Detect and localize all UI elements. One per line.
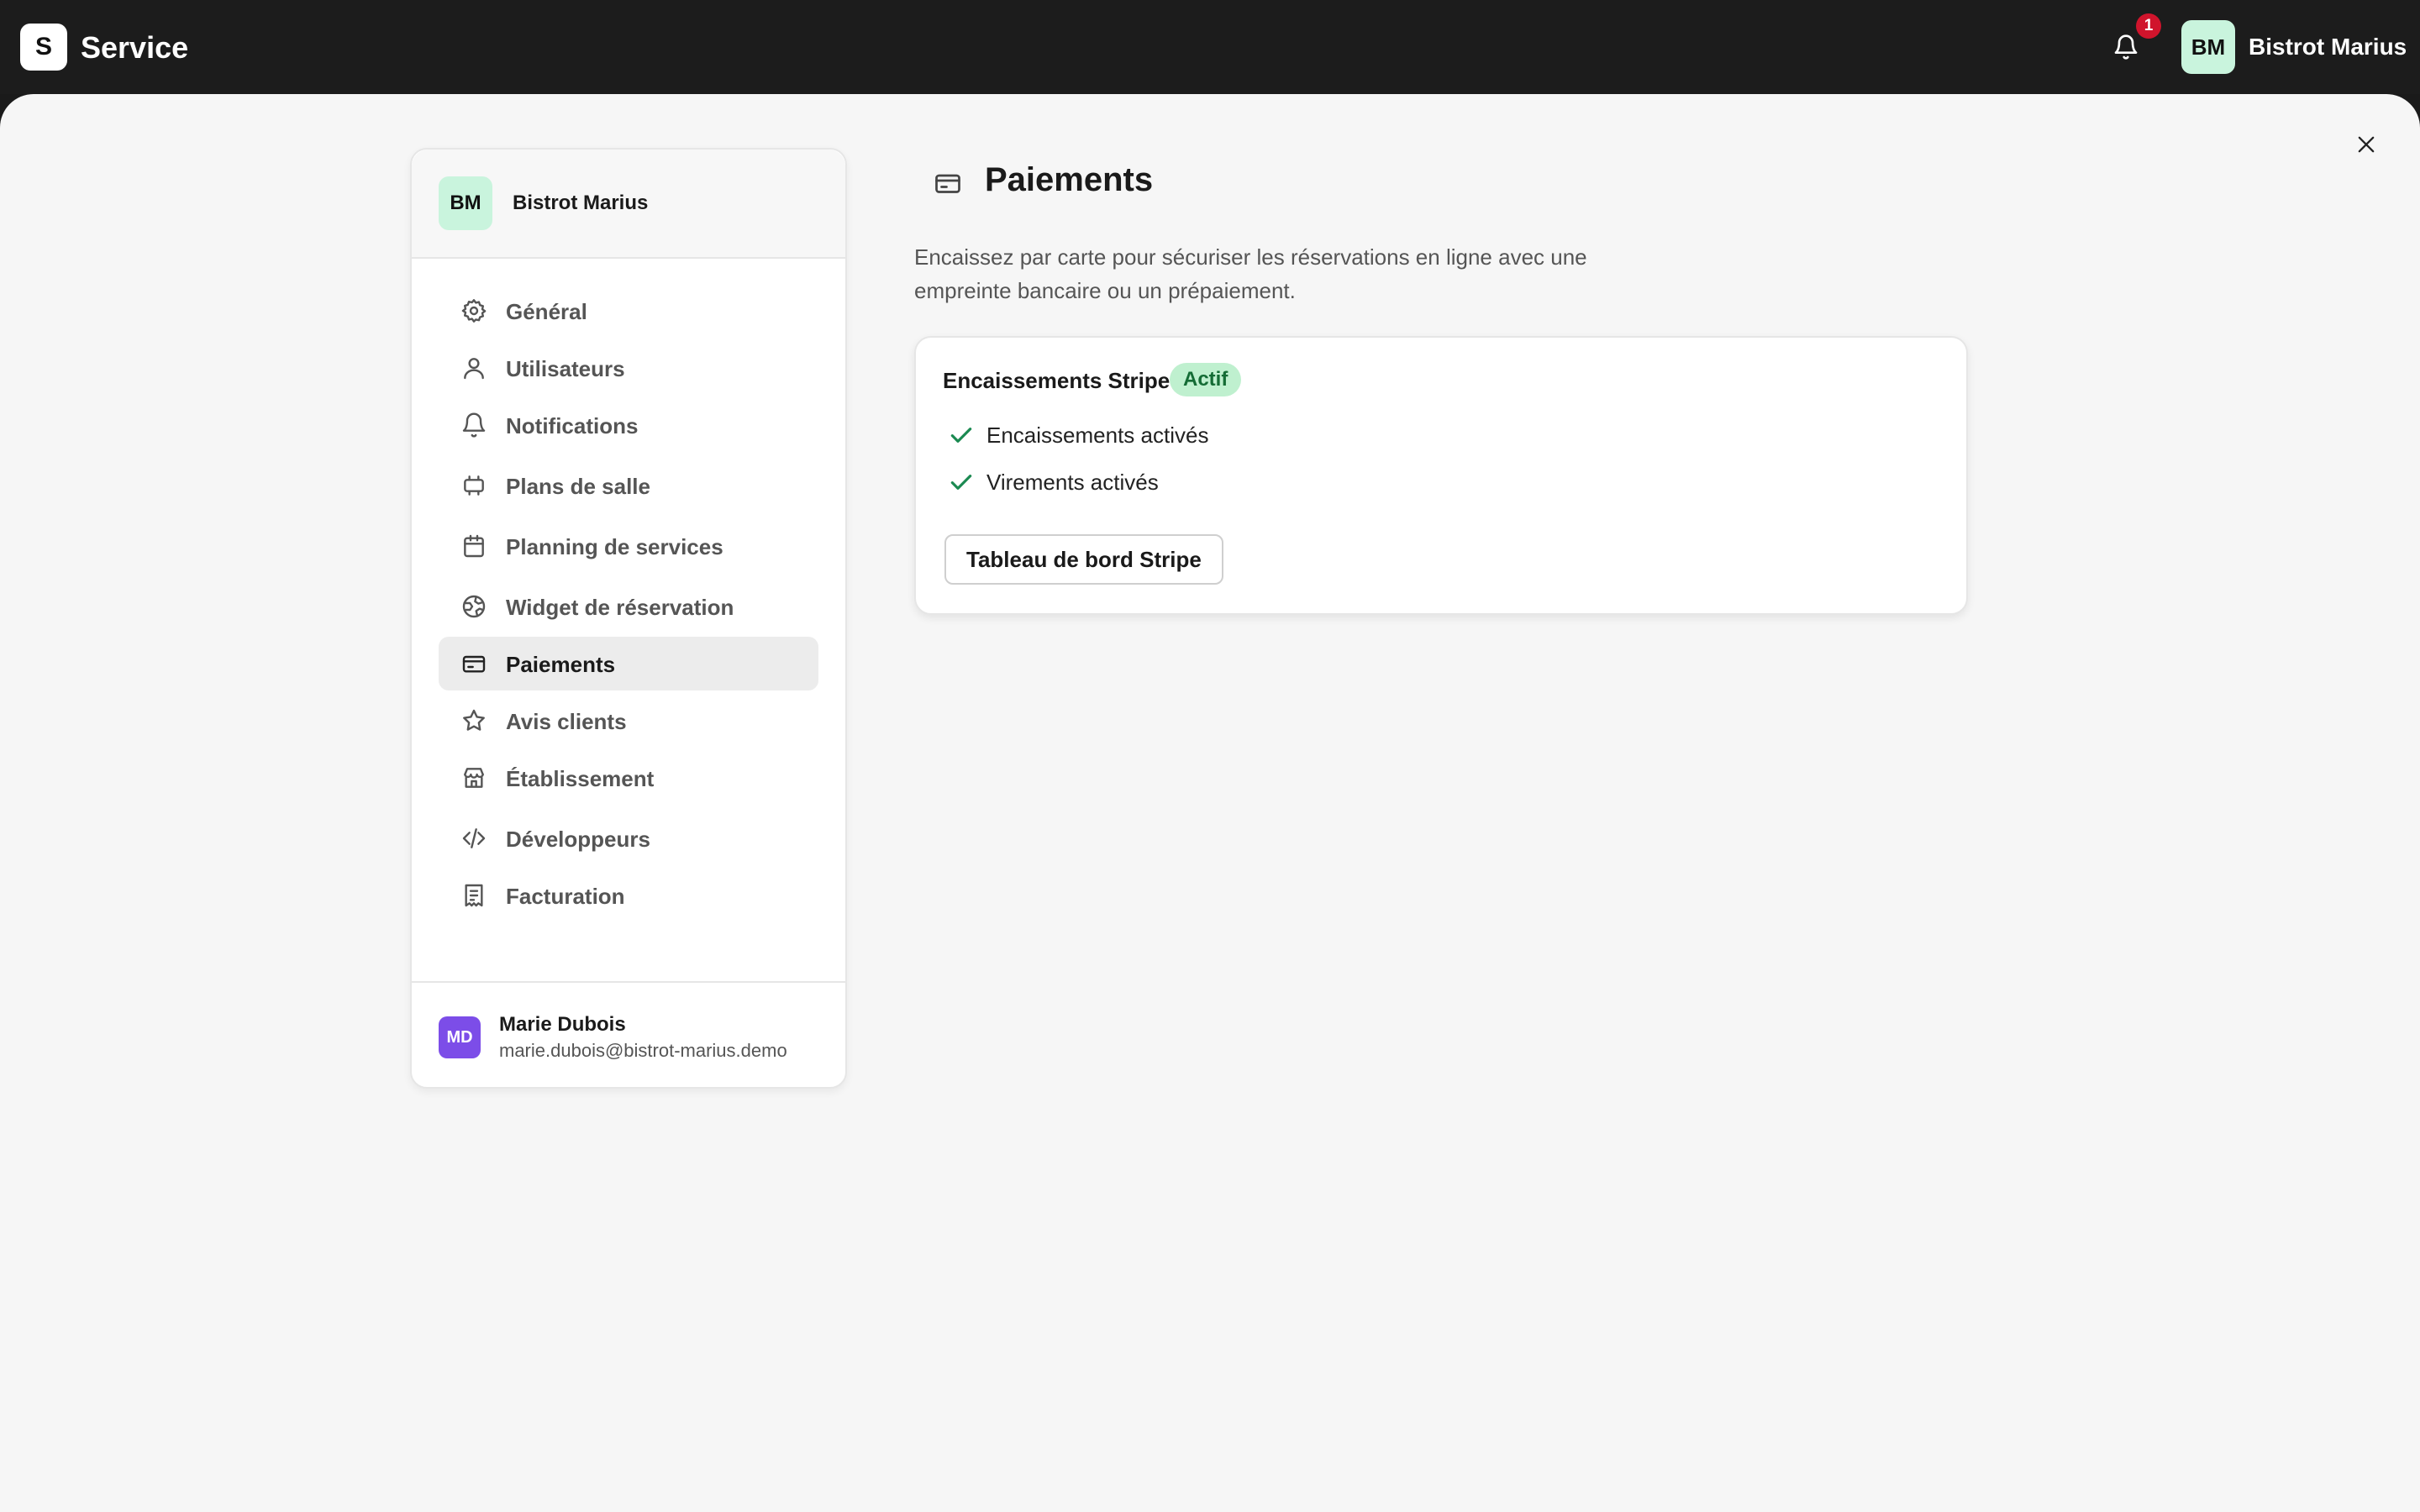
code-icon — [462, 828, 486, 848]
sidebar-item-developers[interactable]: Développeurs — [439, 811, 818, 865]
sidebar-item-notifications[interactable]: Notifications — [439, 398, 818, 452]
notification-count-badge: 1 — [2136, 13, 2161, 39]
sidebar-item-booking-widget[interactable]: Widget de réservation — [439, 580, 818, 633]
sidebar-item-label: Facturation — [506, 884, 625, 909]
sidebar-org-name: Bistrot Marius — [513, 192, 649, 214]
sidebar-item-label: Utilisateurs — [506, 356, 625, 381]
sidebar-user[interactable]: MD Marie Dubois marie.dubois@bistrot-mar… — [412, 981, 845, 1087]
sidebar-item-label: Planning de services — [506, 534, 723, 559]
calendar-icon — [464, 534, 484, 558]
receipt-icon — [465, 884, 483, 907]
user-name: Marie Dubois — [499, 1013, 626, 1036]
close-button[interactable] — [2349, 128, 2383, 161]
globe-icon — [462, 595, 486, 618]
sidebar-item-label: Général — [506, 299, 587, 324]
sidebar-org-avatar: BM — [439, 176, 492, 230]
org-switcher-label[interactable]: Bistrot Marius — [2249, 34, 2407, 60]
check-label: Virements activés — [986, 469, 1159, 495]
user-email: marie.dubois@bistrot-marius.demo — [499, 1040, 787, 1061]
app-logo[interactable]: S — [20, 24, 67, 71]
user-avatar: MD — [439, 1016, 481, 1058]
page-description: Encaissez par carte pour sécuriser les r… — [914, 244, 1587, 303]
top-bar: S Service 1 BM Bistrot Marius — [0, 0, 2420, 94]
check-item: Encaissements activés — [948, 418, 1208, 452]
sidebar-header: BM Bistrot Marius — [412, 150, 845, 259]
org-avatar[interactable]: BM — [2181, 20, 2235, 74]
check-icon — [950, 428, 972, 443]
check-icon — [950, 475, 972, 490]
credit-card-icon — [935, 174, 960, 193]
sidebar-item-label: Avis clients — [506, 709, 627, 734]
sidebar-item-payments[interactable]: Paiements — [439, 637, 818, 690]
sidebar-item-reviews[interactable]: Avis clients — [439, 694, 818, 748]
bell-icon — [2114, 34, 2138, 60]
stripe-dashboard-button[interactable]: Tableau de bord Stripe — [944, 534, 1223, 585]
sidebar-item-service-planning[interactable]: Planning de services — [439, 519, 818, 573]
bell-icon — [462, 412, 486, 438]
user-icon — [464, 358, 484, 380]
page-title: Paiements — [985, 161, 1154, 198]
check-item: Virements activés — [948, 465, 1159, 499]
sidebar-item-label: Paiements — [506, 652, 616, 677]
status-badge: Actif — [1170, 363, 1242, 396]
card-title: Encaissements Stripe — [943, 368, 1171, 393]
sidebar-item-establishment[interactable]: Établissement — [439, 751, 818, 805]
sidebar-item-users[interactable]: Utilisateurs — [439, 341, 818, 395]
sidebar-item-floor-plans[interactable]: Plans de salle — [439, 459, 818, 512]
store-icon — [464, 768, 484, 788]
sidebar-item-label: Widget de réservation — [506, 595, 734, 620]
gear-icon — [461, 299, 487, 323]
credit-card-icon — [462, 655, 486, 673]
app-name: Service — [81, 30, 189, 65]
sidebar-item-label: Développeurs — [506, 827, 650, 852]
settings-sheet: BM Bistrot Marius Général Utilisateurs N… — [0, 94, 2420, 1512]
stripe-card: Encaissements Stripe Actif Encaissements… — [914, 336, 1968, 615]
sidebar-item-label: Plans de salle — [506, 474, 650, 499]
settings-sidebar: BM Bistrot Marius Général Utilisateurs N… — [410, 148, 847, 1089]
close-icon — [2358, 136, 2375, 153]
sidebar-item-label: Établissement — [506, 766, 655, 791]
sidebar-item-label: Notifications — [506, 413, 639, 438]
sidebar-item-general[interactable]: Général — [439, 284, 818, 338]
check-label: Encaissements activés — [986, 422, 1209, 448]
star-icon — [463, 709, 485, 731]
sidebar-item-billing[interactable]: Facturation — [439, 869, 818, 922]
floor-plan-icon — [464, 475, 484, 496]
